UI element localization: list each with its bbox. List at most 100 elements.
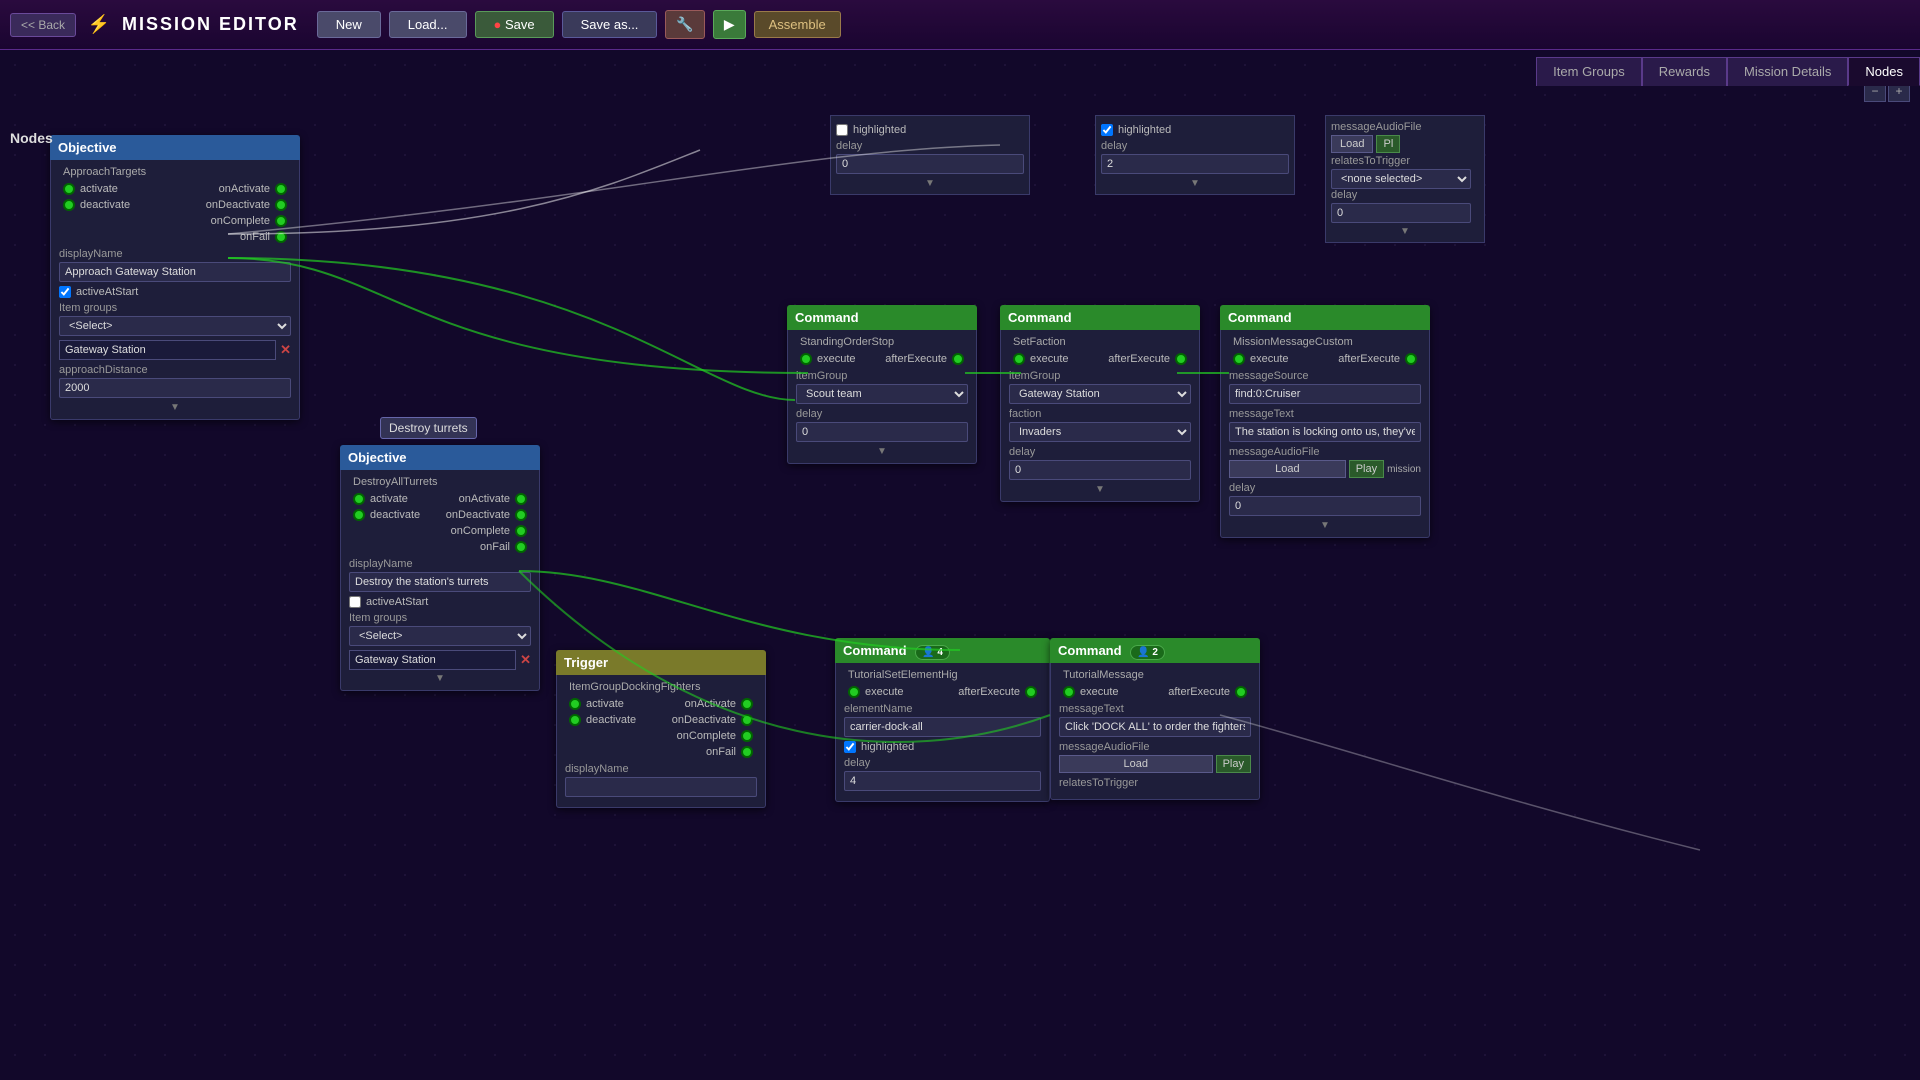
- port-deactivate-in-t1[interactable]: [569, 714, 581, 726]
- highlighted-checkbox-row[interactable]: highlighted: [836, 124, 1024, 136]
- faction-select-c2[interactable]: Invaders: [1009, 422, 1191, 442]
- port-execute-in1[interactable]: [800, 353, 812, 365]
- highlighted-checkbox-row2[interactable]: highlighted: [1101, 124, 1289, 136]
- highlighted-checkbox-row4[interactable]: highlighted: [844, 741, 1041, 753]
- collapse-arrow-partial2[interactable]: ▼: [1101, 178, 1289, 189]
- item-groups-select2[interactable]: <Select>: [349, 626, 531, 646]
- active-at-start-row1[interactable]: activeAtStart: [59, 286, 291, 298]
- port-on-deactivate-out2[interactable]: [515, 509, 527, 521]
- message-source-label: messageSource: [1229, 370, 1421, 382]
- delay-input-c4[interactable]: [844, 771, 1041, 791]
- active-at-start-checkbox2[interactable]: [349, 596, 361, 608]
- load-btn-c3[interactable]: Load: [1229, 460, 1346, 478]
- tab-item-groups[interactable]: Item Groups: [1536, 57, 1642, 86]
- collapse-arrow-c3[interactable]: ▼: [1229, 520, 1421, 531]
- element-name-input[interactable]: [844, 717, 1041, 737]
- port-after-execute-out1[interactable]: [952, 353, 964, 365]
- port-on-activate-out2[interactable]: [515, 493, 527, 505]
- port-on-deactivate-out-t1[interactable]: [741, 714, 753, 726]
- item-groups-select1[interactable]: <Select>: [59, 316, 291, 336]
- item-group-select-c1[interactable]: Scout team: [796, 384, 968, 404]
- tab-nodes[interactable]: Nodes: [1848, 57, 1920, 86]
- delay-input-c2[interactable]: [1009, 460, 1191, 480]
- load-btn-c5[interactable]: Load: [1059, 755, 1213, 773]
- port-on-activate-out1[interactable]: [275, 183, 287, 195]
- port-execute-in2[interactable]: [1013, 353, 1025, 365]
- port-on-activate-out-t1[interactable]: [741, 698, 753, 710]
- highlighted-checkbox4[interactable]: [844, 741, 856, 753]
- approach-distance-input[interactable]: [59, 378, 291, 398]
- collapse-arrow-partial[interactable]: ▼: [836, 178, 1024, 189]
- item-group-remove1[interactable]: ✕: [280, 342, 291, 358]
- item-group-remove2[interactable]: ✕: [520, 652, 531, 668]
- display-name-input-t1[interactable]: [565, 777, 757, 797]
- new-button[interactable]: New: [317, 11, 381, 38]
- collapse-arrow-c2[interactable]: ▼: [1009, 484, 1191, 495]
- trigger1-subtitle: ItemGroupDockingFighters: [565, 681, 757, 693]
- port-row-execute1: execute afterExecute: [796, 352, 968, 366]
- port-activate-in-t1[interactable]: [569, 698, 581, 710]
- wrench-button[interactable]: 🔧: [665, 10, 704, 39]
- play-btn-c3[interactable]: Play: [1349, 460, 1384, 478]
- port-after-execute-out2[interactable]: [1175, 353, 1187, 365]
- item-group-label-c1: itemGroup: [796, 370, 968, 382]
- objective1-subtitle: ApproachTargets: [59, 166, 291, 178]
- delay-label-partial2: delay: [1101, 140, 1289, 152]
- port-activate-in2[interactable]: [353, 493, 365, 505]
- tab-rewards[interactable]: Rewards: [1642, 57, 1727, 86]
- port-on-fail-out-t1[interactable]: [741, 746, 753, 758]
- command2-header: Command: [1000, 305, 1200, 330]
- relates-select-partial3[interactable]: <none selected>: [1331, 169, 1471, 189]
- collapse-arrow-c1[interactable]: ▼: [796, 446, 968, 457]
- delay-input-partial[interactable]: [836, 154, 1024, 174]
- command2-subtitle: SetFaction: [1009, 336, 1191, 348]
- port-deactivate-in2[interactable]: [353, 509, 365, 521]
- port-after-execute-out3[interactable]: [1405, 353, 1417, 365]
- collapse-arrow1[interactable]: ▼: [59, 402, 291, 413]
- port-after-execute-out5[interactable]: [1235, 686, 1247, 698]
- delay-input-partial3[interactable]: [1331, 203, 1471, 223]
- tab-mission-details[interactable]: Mission Details: [1727, 57, 1848, 86]
- play-btn-partial3[interactable]: Pl: [1376, 135, 1400, 153]
- active-at-start-row2[interactable]: activeAtStart: [349, 596, 531, 608]
- save-as-button[interactable]: Save as...: [562, 11, 658, 38]
- highlighted-checkbox2[interactable]: [1101, 124, 1113, 136]
- play-button[interactable]: ▶: [713, 10, 746, 39]
- display-name-field1: displayName: [59, 248, 291, 282]
- load-btn-partial3[interactable]: Load: [1331, 135, 1373, 153]
- port-row-deactivate2: deactivate onDeactivate: [349, 508, 531, 522]
- port-on-complete-out-t1[interactable]: [741, 730, 753, 742]
- port-execute-in3[interactable]: [1233, 353, 1245, 365]
- message-source-input[interactable]: [1229, 384, 1421, 404]
- active-at-start-checkbox1[interactable]: [59, 286, 71, 298]
- port-activate-in1[interactable]: [63, 183, 75, 195]
- delay-input-partial2[interactable]: [1101, 154, 1289, 174]
- port-on-fail-out2[interactable]: [515, 541, 527, 553]
- port-execute-in4[interactable]: [848, 686, 860, 698]
- display-name-input2[interactable]: [349, 572, 531, 592]
- port-deactivate-in1[interactable]: [63, 199, 75, 211]
- item-group-select-c2[interactable]: Gateway Station: [1009, 384, 1191, 404]
- back-button[interactable]: << Back: [10, 13, 76, 37]
- port-on-complete-out2[interactable]: [515, 525, 527, 537]
- port-on-fail-out1[interactable]: [275, 231, 287, 243]
- load-button[interactable]: Load...: [389, 11, 467, 38]
- port-on-deactivate-out1[interactable]: [275, 199, 287, 211]
- assemble-button[interactable]: Assemble: [754, 11, 841, 38]
- message-text-input[interactable]: [1229, 422, 1421, 442]
- collapse-arrow2[interactable]: ▼: [349, 673, 531, 684]
- save-button[interactable]: ● Save: [475, 11, 554, 38]
- active-at-start-label1: activeAtStart: [76, 286, 138, 298]
- port-execute-in5[interactable]: [1063, 686, 1075, 698]
- message-text-input5[interactable]: [1059, 717, 1251, 737]
- message-text-label5: messageText: [1059, 703, 1251, 715]
- delay-input-c1[interactable]: [796, 422, 968, 442]
- collapse-arrow-partial3[interactable]: ▼: [1331, 226, 1479, 237]
- delay-input-c3[interactable]: [1229, 496, 1421, 516]
- highlighted-checkbox[interactable]: [836, 124, 848, 136]
- play-btn-c5[interactable]: Play: [1216, 755, 1251, 773]
- port-after-execute-out4[interactable]: [1025, 686, 1037, 698]
- element-name-field: elementName: [844, 703, 1041, 737]
- display-name-input1[interactable]: [59, 262, 291, 282]
- port-on-complete-out1[interactable]: [275, 215, 287, 227]
